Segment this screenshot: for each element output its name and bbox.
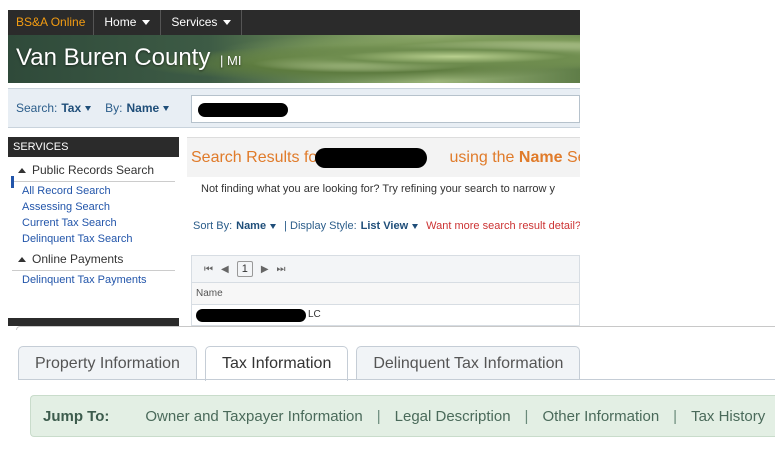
search-type-label: Search:	[16, 101, 58, 115]
separator: |	[673, 407, 678, 425]
chevron-down-icon[interactable]	[270, 223, 277, 229]
tab-delinquent-tax-information[interactable]: Delinquent Tax Information	[356, 346, 581, 380]
search-type-dropdown[interactable]: Tax	[61, 101, 81, 115]
chevron-down-icon[interactable]	[85, 105, 92, 111]
separator: |	[376, 407, 381, 425]
more-detail-link[interactable]: Want more search result detail?	[426, 220, 580, 232]
services-group-title: Online Payments	[32, 252, 124, 266]
results-title-suffix: Se	[566, 149, 580, 166]
jump-link-legal-description[interactable]: Legal Description	[395, 408, 511, 425]
county-name: Van Buren County	[16, 44, 211, 71]
results-title-field: Name	[518, 149, 563, 166]
left-edge-marker	[11, 176, 14, 188]
chevron-down-icon	[223, 20, 232, 25]
sidebar-link-delinquent-tax-payments[interactable]: Delinquent Tax Payments	[8, 271, 179, 287]
separator: |	[524, 407, 529, 425]
results-title: Search Results for using the Name Se	[187, 137, 580, 177]
results-title-mid: using the	[449, 149, 515, 166]
jump-to-label: Jump To:	[43, 407, 110, 425]
column-header-name[interactable]: Name	[191, 283, 580, 305]
sidebar-link-current-tax-search[interactable]: Current Tax Search	[8, 214, 179, 230]
results-hint: Not finding what you are looking for? Tr…	[201, 183, 556, 195]
top-navigation-bar: BS&A Online Home Services	[8, 10, 580, 35]
last-page-icon[interactable]: ⏭	[277, 264, 286, 275]
nav-services-label: Services	[171, 15, 218, 29]
services-group-title: Public Records Search	[32, 163, 155, 177]
chevron-down-icon[interactable]	[412, 223, 419, 229]
tab-tax-information[interactable]: Tax Information	[204, 346, 349, 381]
search-by-dropdown[interactable]: Name	[127, 101, 160, 115]
brand-link[interactable]: BS&A Online	[8, 10, 95, 35]
redacted-search-text	[198, 103, 288, 117]
collapse-icon	[18, 256, 26, 262]
jump-link-other-information[interactable]: Other Information	[542, 408, 659, 425]
current-page[interactable]: 1	[236, 261, 253, 277]
nav-home[interactable]: Home	[94, 10, 162, 35]
next-page-icon[interactable]: ▶	[261, 264, 269, 275]
top-screenshot: BS&A Online Home Services Van Buren Coun…	[8, 10, 580, 326]
pagination-bar: ⏮ ◀ 1 ▶ ⏭	[191, 255, 580, 283]
nav-services[interactable]: Services	[161, 10, 243, 35]
tab-bar: Property Information Tax Information Del…	[18, 346, 581, 381]
jump-link-tax-history[interactable]: Tax History	[691, 408, 765, 425]
search-results-panel: Search Results for using the Name Se Not…	[187, 137, 580, 326]
sidebar-link-delinquent-tax-search[interactable]: Delinquent Tax Search	[8, 230, 179, 246]
table-row[interactable]: LC	[191, 305, 580, 326]
redacted-query	[315, 148, 427, 168]
search-bar: Search: Tax By: Name	[8, 88, 580, 128]
county-banner: Van Buren County | MI	[8, 35, 580, 83]
search-by-label: By:	[105, 101, 123, 115]
chevron-down-icon	[142, 20, 151, 25]
county-state: | MI	[220, 53, 242, 68]
services-sidebar: SERVICES Public Records Search All Recor…	[8, 137, 179, 326]
prev-page-icon[interactable]: ◀	[221, 264, 229, 275]
sort-dropdown[interactable]: Name	[236, 220, 266, 232]
jump-to-bar: Jump To: Owner and Taxpayer Information …	[30, 395, 775, 437]
first-page-icon[interactable]: ⏮	[204, 264, 213, 275]
bottom-screenshot: Property Information Tax Information Del…	[18, 346, 775, 453]
services-group-public-records[interactable]: Public Records Search	[12, 157, 175, 182]
tab-underline	[18, 379, 775, 380]
sidebar-link-all-record-search[interactable]: All Record Search	[8, 182, 179, 198]
sidebar-link-assessing-search[interactable]: Assessing Search	[8, 198, 179, 214]
search-input[interactable]	[191, 95, 580, 123]
nav-home-label: Home	[104, 15, 137, 29]
sort-label: Sort By:	[193, 220, 233, 232]
sort-bar: Sort By: Name | Display Style: List View…	[187, 195, 580, 232]
display-style-label: | Display Style:	[284, 220, 357, 232]
row-name-suffix: LC	[308, 309, 321, 320]
panel-divider	[16, 326, 775, 330]
jump-link-owner-taxpayer[interactable]: Owner and Taxpayer Information	[145, 408, 362, 425]
sidebar-section-bar	[8, 318, 179, 326]
redacted-name	[196, 309, 306, 322]
collapse-icon	[18, 167, 26, 173]
services-header: SERVICES	[8, 137, 179, 157]
results-title-prefix: Search Results for	[191, 149, 323, 166]
tab-property-information[interactable]: Property Information	[18, 346, 197, 380]
display-style-dropdown[interactable]: List View	[361, 220, 408, 232]
services-group-online-payments[interactable]: Online Payments	[12, 246, 175, 271]
chevron-down-icon[interactable]	[163, 105, 170, 111]
